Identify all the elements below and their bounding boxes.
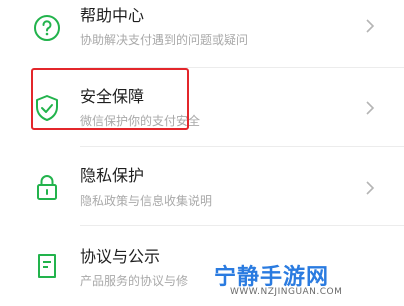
document-icon — [38, 254, 56, 278]
menu-item-title: 隐私保护 — [80, 166, 145, 185]
menu-item-subtitle: 产品服务的协议与修 — [80, 274, 189, 288]
menu-item-title: 协议与公示 — [80, 247, 161, 266]
highlight-box — [31, 68, 189, 130]
help-circle-icon — [34, 15, 60, 41]
menu-item-subtitle: 隐私政策与信息收集说明 — [80, 194, 213, 208]
chevron-right-icon — [366, 19, 375, 33]
menu-item-title: 帮助中心 — [80, 6, 145, 25]
chevron-right-icon — [366, 101, 375, 115]
menu-item-subtitle: 协助解决支付遇到的问题或疑问 — [80, 33, 249, 47]
menu-item-help-center[interactable]: 帮助中心 协助解决支付遇到的问题或疑问 — [0, 0, 404, 66]
watermark: 宁静手游网 WWW.NZJINGUAN.COM — [204, 255, 394, 303]
watermark-url: WWW.NZJINGUAN.COM — [230, 287, 343, 297]
menu-item-privacy[interactable]: 隐私保护 隐私政策与信息收集说明 — [0, 147, 404, 223]
chevron-right-icon — [366, 181, 375, 195]
lock-icon — [37, 175, 57, 200]
